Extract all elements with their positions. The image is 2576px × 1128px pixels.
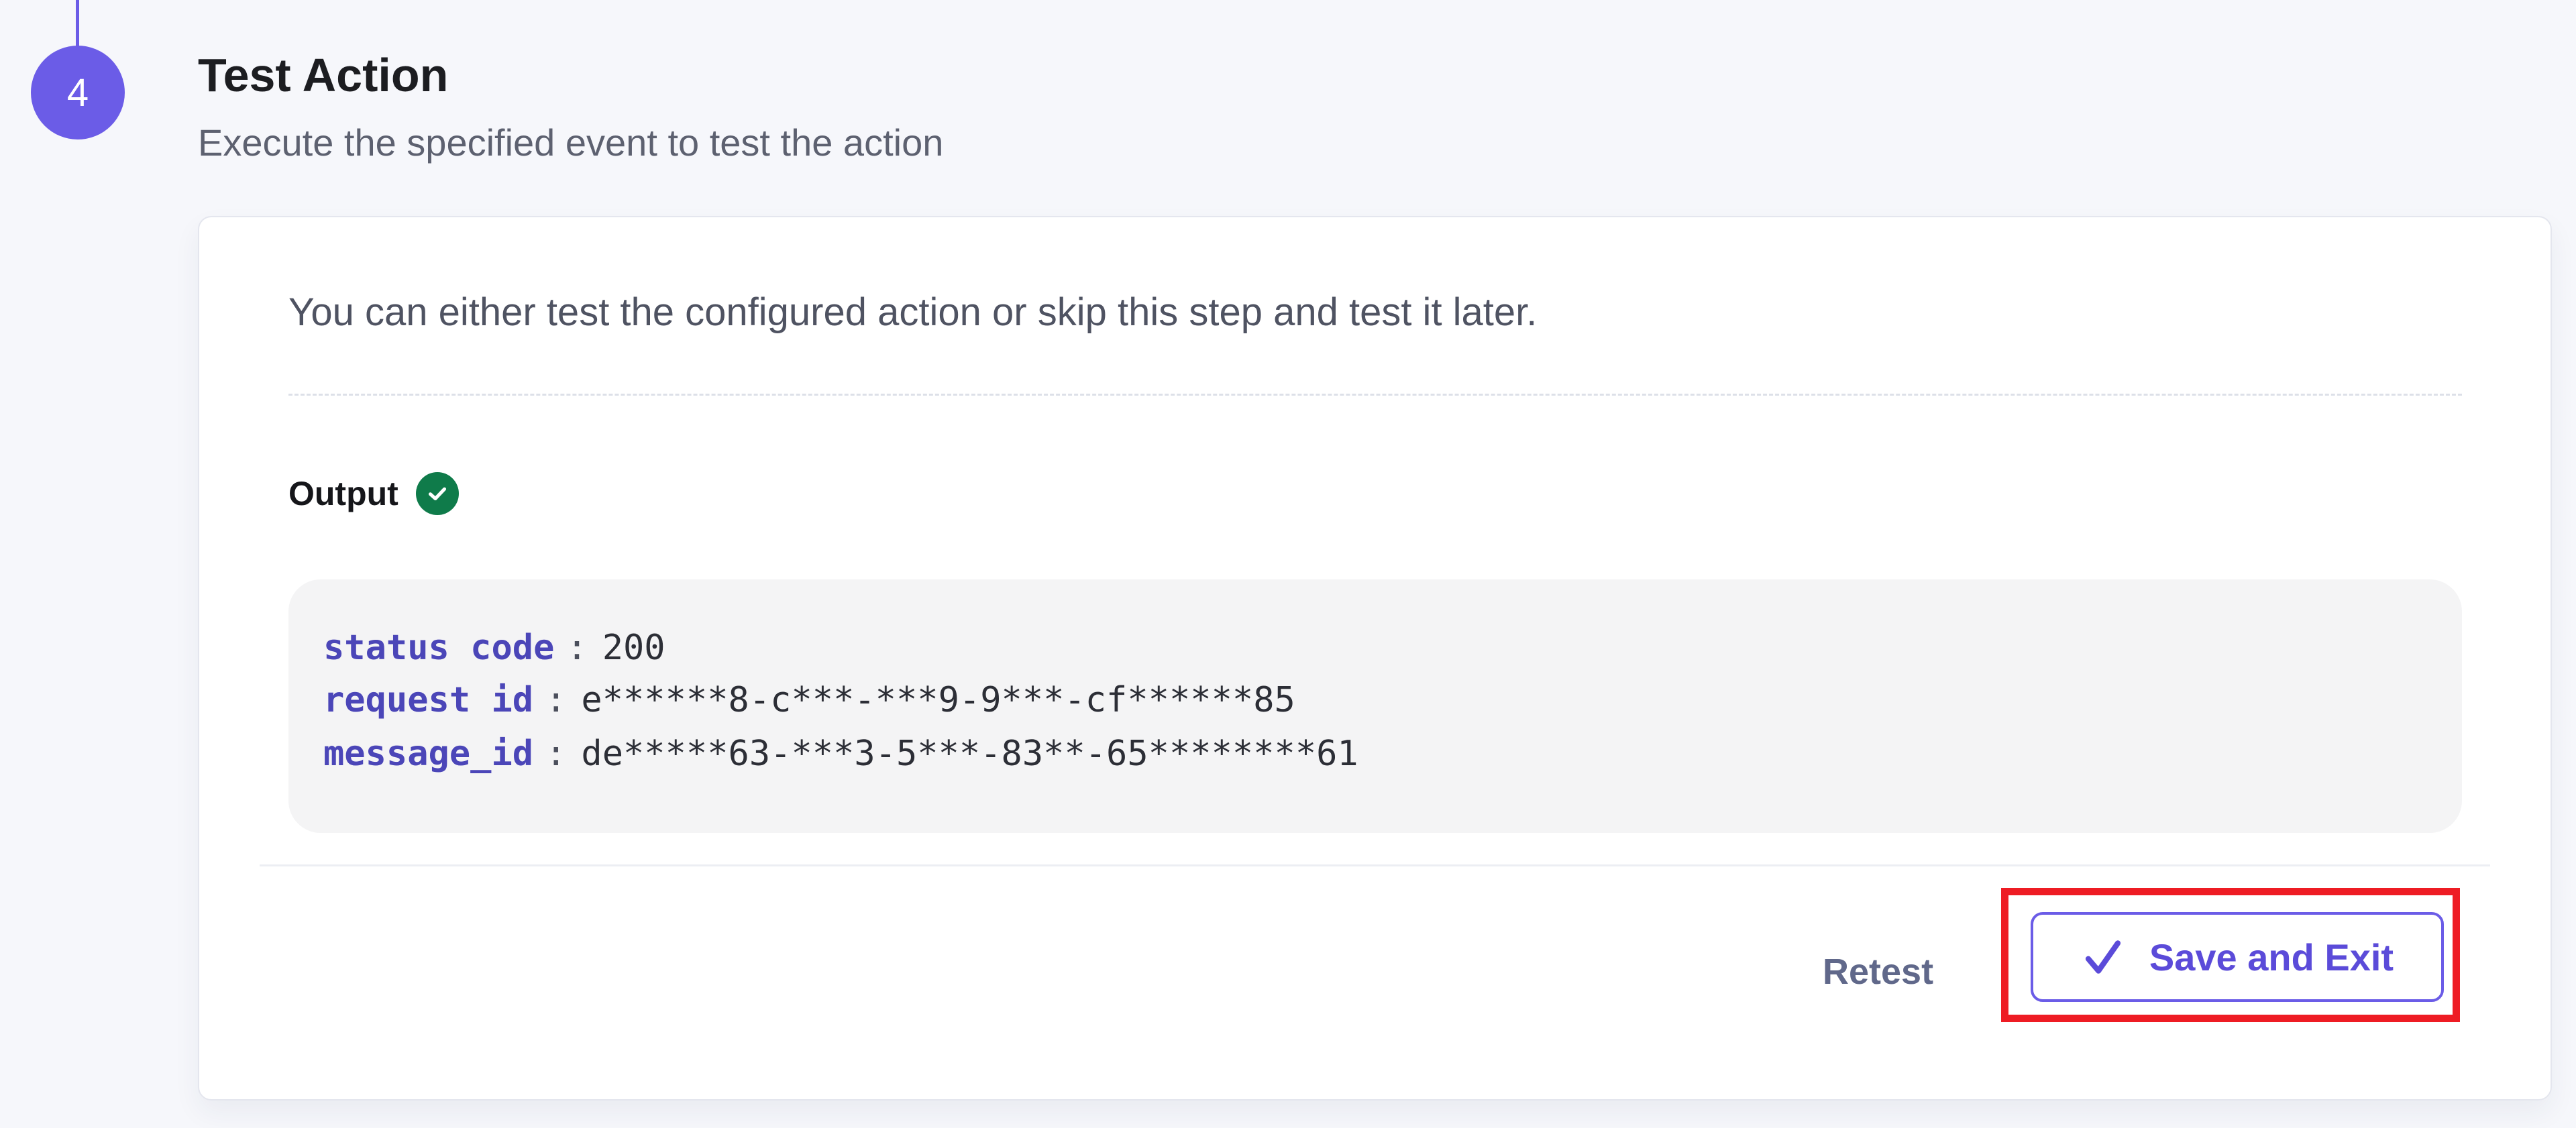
page: 4 Test Action Execute the specified even… (0, 0, 2576, 1128)
output-row-message-id: message_id : de*****63-***3-5***-83**-65… (323, 734, 1358, 774)
output-separator: : (545, 734, 567, 774)
dashed-divider (288, 394, 2462, 396)
step-title: Test Action (198, 49, 449, 101)
output-value: 200 (602, 628, 665, 668)
output-value: de*****63-***3-5***-83**-65********61 (581, 734, 1358, 774)
step-number: 4 (66, 70, 89, 115)
save-and-exit-label: Save and Exit (2149, 936, 2394, 978)
output-key: status code (323, 628, 555, 668)
output-box: status code : 200 request id : e******8-… (288, 579, 2462, 833)
step-number-badge: 4 (31, 46, 125, 139)
intro-text: You can either test the configured actio… (288, 290, 1538, 334)
output-row-request-id: request id : e******8-c***-***9-9***-cf*… (323, 680, 1295, 720)
output-label: Output (288, 475, 398, 512)
output-key: message_id (323, 734, 534, 774)
output-separator: : (566, 628, 588, 668)
output-row-status-code: status code : 200 (323, 628, 665, 668)
check-circle-icon (415, 472, 459, 515)
checkmark-icon (2081, 935, 2125, 979)
step-subtitle: Execute the specified event to test the … (198, 121, 944, 164)
retest-button[interactable]: Retest (1803, 932, 1953, 1012)
step-connector-line (76, 0, 79, 47)
footer-divider (260, 864, 2490, 866)
save-and-exit-button[interactable]: Save and Exit (2031, 912, 2444, 1002)
test-action-card: You can either test the configured actio… (198, 216, 2552, 1101)
output-key: request id (323, 680, 534, 720)
output-value: e******8-c***-***9-9***-cf******85 (581, 680, 1295, 720)
output-separator: : (545, 680, 567, 720)
output-header: Output (288, 472, 459, 515)
